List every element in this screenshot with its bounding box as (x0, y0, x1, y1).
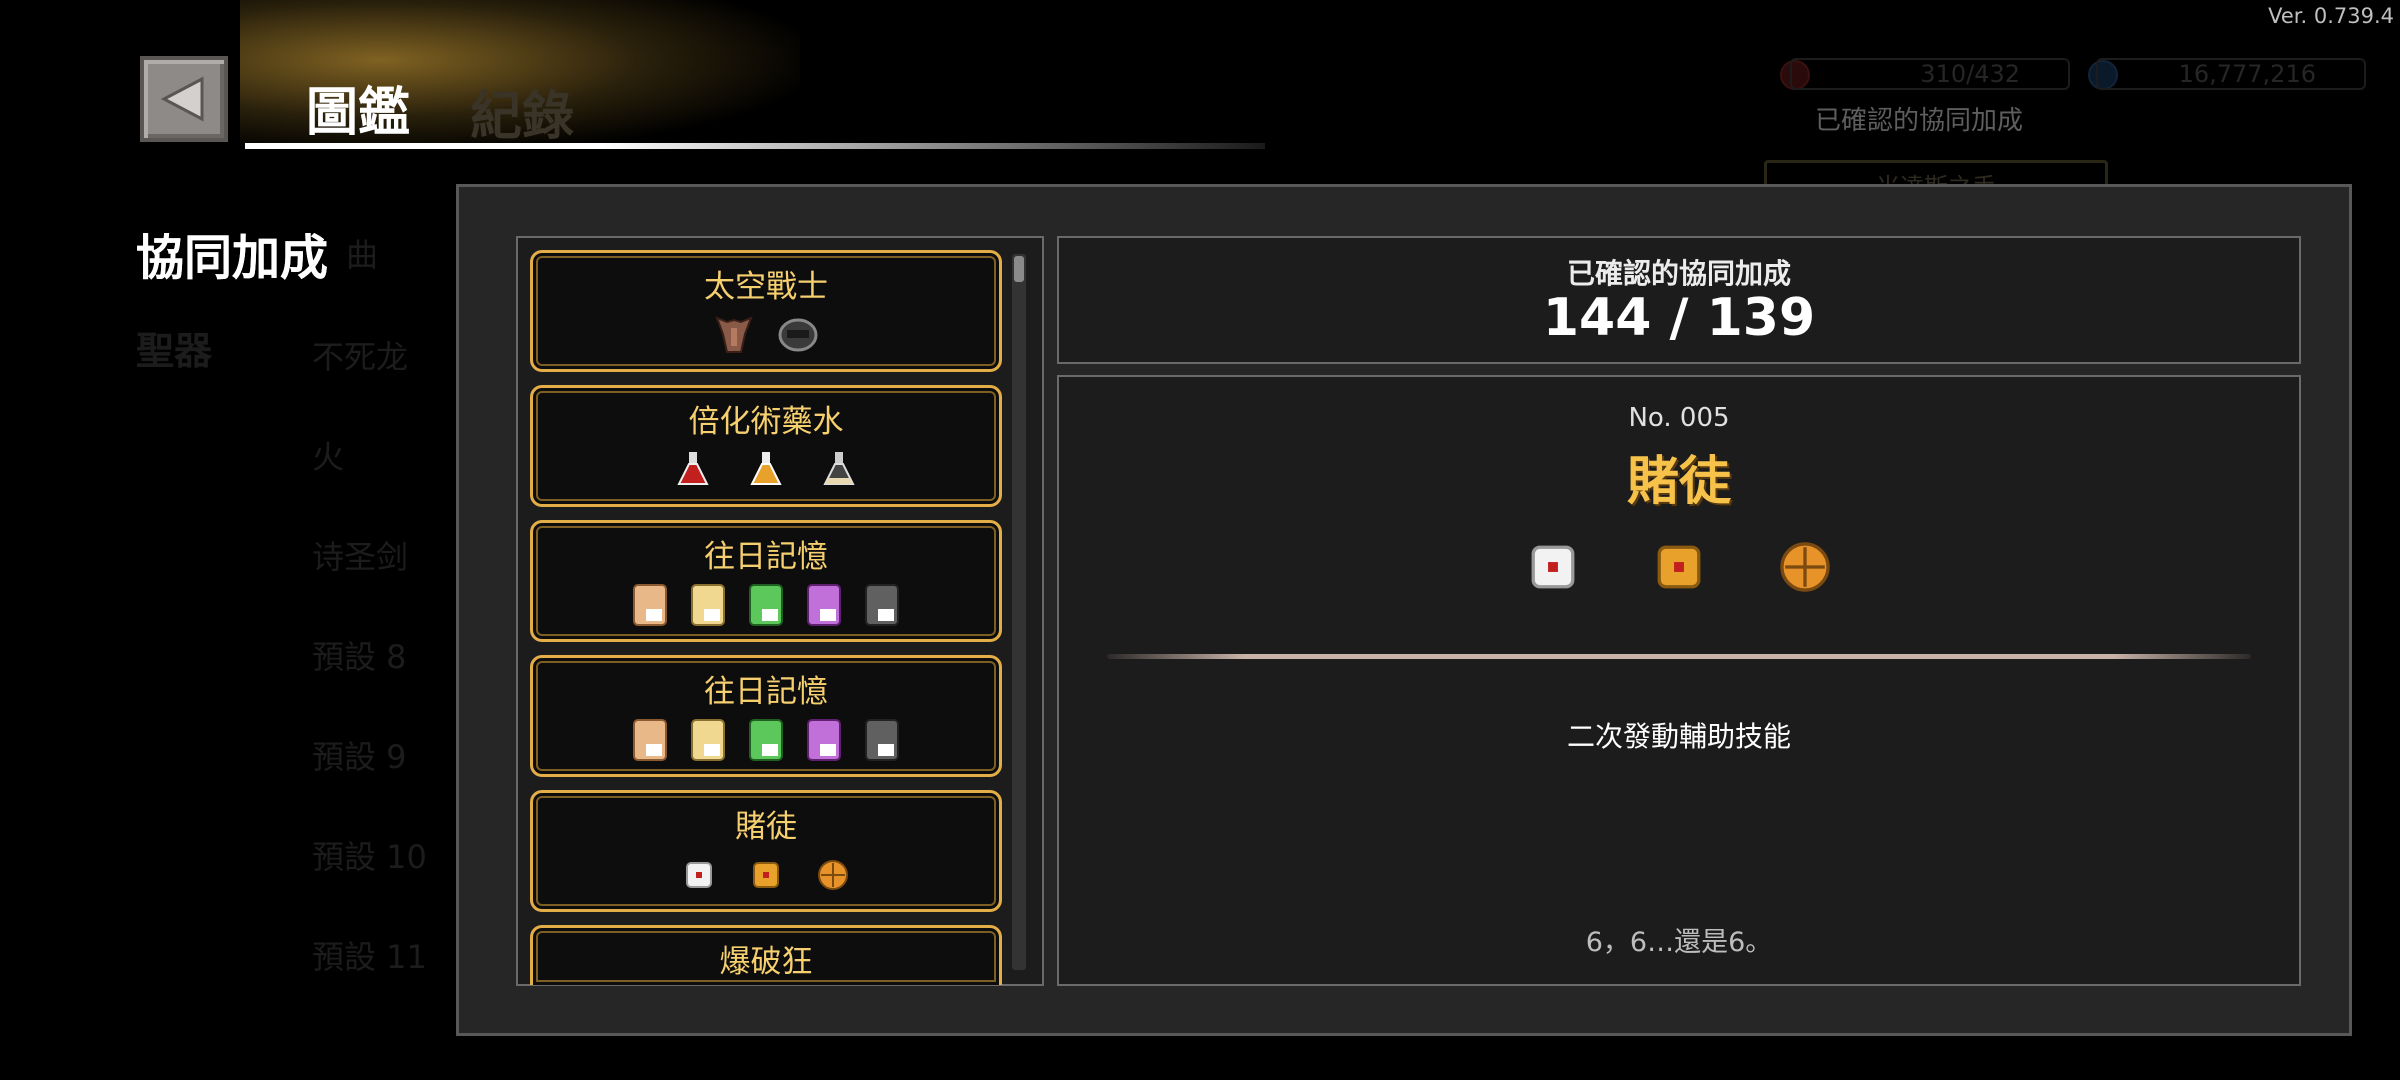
page-title: 圖鑑 (306, 83, 411, 143)
bg-list-item: 火 (312, 438, 345, 476)
confirmed-label: 已確認的協同加成 (1566, 257, 1791, 290)
bg-list-item: 預設 9 (312, 738, 407, 776)
memory-v-icon (862, 581, 902, 633)
bg-list-item: 诗圣剑 (312, 538, 409, 576)
gold-dice-icon (749, 858, 783, 896)
synergy-items (1059, 539, 2299, 599)
synergy-number: No. 005 (1628, 403, 1730, 433)
synergy-card-multiplication-potion[interactable]: 倍化術藥水 (530, 385, 1002, 507)
synergy-card-label: 太空戰士 (704, 269, 828, 305)
roulette-icon (816, 858, 850, 896)
memory-i-icon (630, 581, 670, 633)
confirmed-value: 144 / 139 (1542, 288, 1816, 348)
synergy-card-past-memories[interactable]: 往日記憶 (530, 520, 1002, 642)
synergy-flavor-text: 6，6…還是6。 (1585, 927, 1773, 958)
synergy-card-demolition-maniac[interactable]: 爆破狂 (530, 925, 1002, 985)
page-title-ghost: 紀錄 (470, 87, 575, 147)
synergy-card-label: 往日記憶 (704, 674, 828, 710)
white-potion-icon (821, 450, 857, 494)
synergy-card-label: 爆破狂 (719, 944, 813, 980)
version-label: Ver. 0.739.4 (2268, 4, 2394, 28)
confirmed-synergy-counter: 已確認的協同加成 144 / 139 (1057, 236, 2301, 364)
memory-ii-icon (688, 581, 728, 633)
synergy-detail-panel: No. 005 賭徒 二次發動輔助技能 6，6…還是6。 (1057, 375, 2301, 986)
synergy-name: 賭徒 (1626, 452, 1731, 512)
side-subtitle: 聖器 (136, 329, 213, 373)
memory-i-icon (630, 716, 670, 768)
red-potion-icon (675, 450, 711, 494)
memory-iii-icon (746, 716, 786, 768)
synergy-card-label: 倍化術藥水 (688, 404, 844, 440)
synergy-card-label: 往日記憶 (704, 539, 828, 575)
memory-ii-icon (688, 716, 728, 768)
bg-list-item: 預設 8 (312, 638, 407, 676)
bg-confirmed-label: 已確認的協同加成 (1815, 106, 2024, 136)
memory-iv-icon (804, 716, 844, 768)
bg-list-item: 預設 11 (312, 938, 427, 976)
bg-list-item: 曲 (346, 236, 379, 274)
bg-list-item: 不死龙 (312, 338, 409, 376)
title-underline (245, 143, 1265, 149)
resource-counter-2: 16,777,216 (2096, 58, 2366, 90)
white-dice-icon (682, 858, 716, 896)
roulette-icon (1777, 539, 1833, 599)
armor-icon (711, 312, 757, 362)
white-dice-icon (1525, 539, 1581, 599)
gold-potion-icon (748, 450, 784, 494)
bg-list-item: 預設 10 (312, 838, 427, 876)
helmet-icon (775, 312, 821, 362)
synergy-card-label: 賭徒 (735, 809, 797, 845)
synergy-effect: 二次發動輔助技能 (1566, 720, 1791, 753)
memory-iii-icon (746, 581, 786, 633)
synergy-card-past-memories[interactable]: 往日記憶 (530, 655, 1002, 777)
detail-divider (1107, 654, 2251, 659)
memory-iv-icon (804, 581, 844, 633)
memory-v-icon (862, 716, 902, 768)
modal-side-title: 協同加成 (136, 230, 329, 286)
gold-dice-icon (1651, 539, 1707, 599)
synergy-card-gambler[interactable]: 賭徒 (530, 790, 1002, 912)
synergy-card-space-warrior[interactable]: 太空戰士 (530, 250, 1002, 372)
back-arrow-icon (160, 76, 204, 122)
resource-counter-1: 310/432 (1790, 58, 2070, 90)
back-button[interactable] (140, 56, 228, 142)
synergy-list-scroll-thumb[interactable] (1014, 256, 1024, 282)
synergy-list-scrollbar[interactable] (1012, 254, 1026, 970)
